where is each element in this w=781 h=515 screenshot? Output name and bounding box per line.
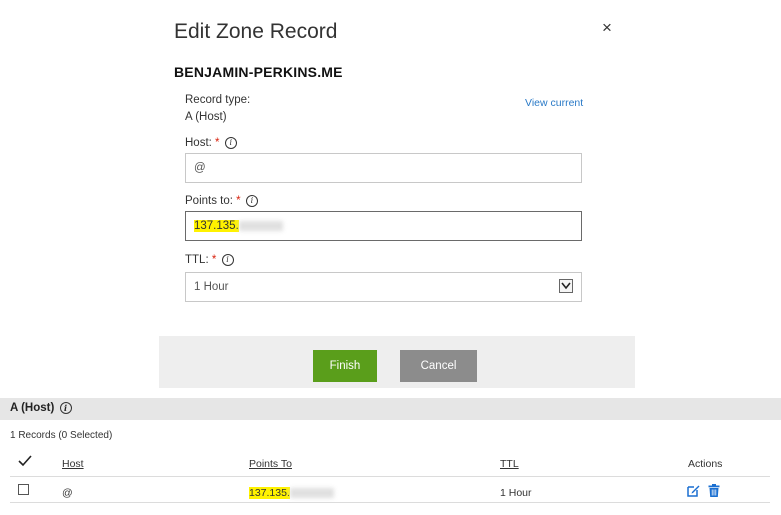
domain-name: BENJAMIN-PERKINS.ME xyxy=(174,64,343,80)
host-label-group: Host: * i xyxy=(185,137,237,149)
records-count: 1 Records (0 Selected) xyxy=(10,430,113,441)
host-field[interactable]: @ xyxy=(185,153,582,183)
cancel-button[interactable]: Cancel xyxy=(400,350,477,382)
redacted-ip-part xyxy=(238,220,283,231)
ttl-select[interactable]: 1 Hour xyxy=(185,272,582,302)
points-to-label: Points to: xyxy=(185,195,233,208)
info-icon[interactable]: i xyxy=(245,195,258,207)
record-type-value: A (Host) xyxy=(185,111,227,123)
host-value: @ xyxy=(194,162,206,174)
row-points-to-value: 137.135. xyxy=(249,487,290,499)
required-marker: * xyxy=(236,195,241,208)
dialog-title: Edit Zone Record xyxy=(174,20,338,43)
section-title-group: A (Host) i xyxy=(10,402,72,414)
chevron-down-icon[interactable] xyxy=(559,279,573,293)
checkmark-icon[interactable] xyxy=(18,454,32,471)
info-icon[interactable]: i xyxy=(59,402,72,414)
required-marker: * xyxy=(215,137,220,150)
points-to-value: 137.135. xyxy=(194,220,239,232)
info-icon[interactable]: i xyxy=(224,137,237,149)
info-icon[interactable]: i xyxy=(221,254,234,266)
row-divider xyxy=(10,476,770,477)
row-checkbox[interactable] xyxy=(18,484,29,495)
points-to-label-group: Points to: * i xyxy=(185,195,258,207)
dialog-footer: Finish Cancel xyxy=(159,336,635,388)
column-header-host[interactable]: Host xyxy=(62,458,84,470)
row-divider xyxy=(10,502,770,503)
row-ttl: 1 Hour xyxy=(500,487,532,499)
column-header-actions: Actions xyxy=(688,458,723,470)
record-type-label: Record type: xyxy=(185,94,251,106)
close-icon[interactable]: × xyxy=(602,18,612,38)
ttl-label: TTL: xyxy=(185,254,209,267)
column-header-ttl[interactable]: TTL xyxy=(500,458,519,470)
redacted-ip-part xyxy=(289,488,334,499)
edit-icon[interactable] xyxy=(687,484,700,502)
view-current-link[interactable]: View current xyxy=(525,97,583,109)
row-points-to: 137.135. xyxy=(249,487,334,499)
required-marker: * xyxy=(211,254,217,267)
row-host: @ xyxy=(62,487,73,499)
ttl-value: 1 Hour xyxy=(194,281,229,293)
section-title: A (Host) xyxy=(10,402,55,415)
host-label: Host: xyxy=(185,137,212,150)
records-section-header: A (Host) i xyxy=(0,398,781,420)
points-to-field[interactable]: 137.135. xyxy=(185,211,582,241)
column-header-points-to[interactable]: Points To xyxy=(249,458,292,470)
ttl-label-group: TTL: * i xyxy=(185,254,234,266)
edit-zone-record-dialog: Edit Zone Record × BENJAMIN-PERKINS.ME R… xyxy=(159,10,635,388)
trash-icon[interactable] xyxy=(708,484,720,502)
finish-button[interactable]: Finish xyxy=(313,350,377,382)
